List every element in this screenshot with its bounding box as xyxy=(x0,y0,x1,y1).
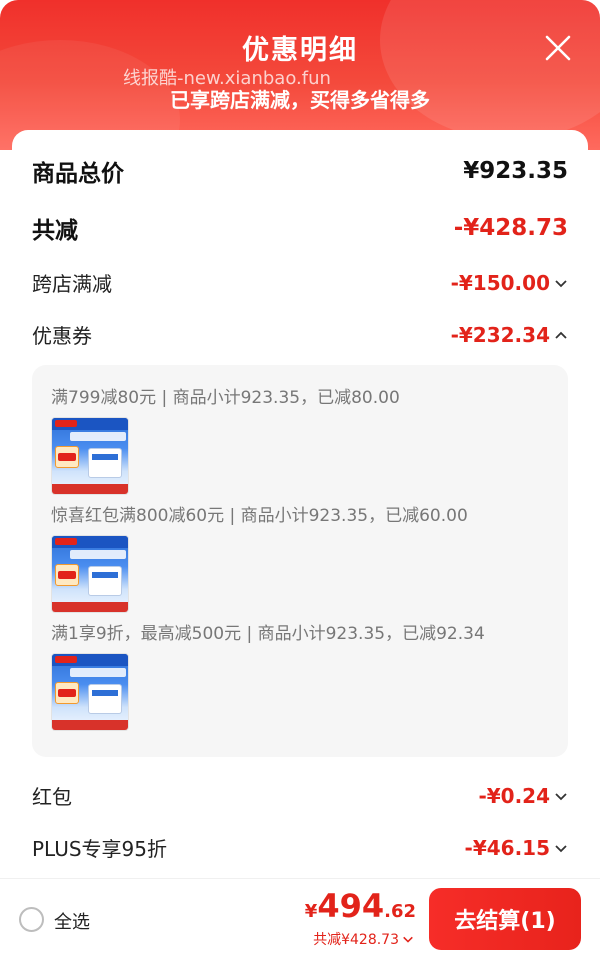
saved-amount[interactable]: 共减¥428.73 xyxy=(313,929,414,949)
cross-store-value: -¥150.00 xyxy=(450,270,550,295)
final-price: ¥ 494 .62 xyxy=(305,887,416,925)
coupon-detail-text: 惊喜红包满800减60元 | 商品小计923.35，已减60.00 xyxy=(51,506,468,526)
checkout-bar: 全选 ¥ 494 .62 共减¥428.73 去结算(1) xyxy=(0,878,600,953)
header-subtitle: 已享跨店满减，买得多省得多 xyxy=(170,88,430,112)
select-all-radio-icon[interactable] xyxy=(19,907,44,932)
goods-total-label: 商品总价 xyxy=(32,161,124,187)
price-currency: ¥ xyxy=(304,901,318,922)
plus-discount-label: PLUS专享95折 xyxy=(32,837,167,861)
cross-store-row[interactable]: 跨店满减 -¥150.00 xyxy=(32,268,568,297)
checkout-button[interactable]: 去结算(1) xyxy=(429,888,581,950)
plus-discount-value: -¥46.15 xyxy=(464,835,550,860)
plus-discount-row[interactable]: PLUS专享95折 -¥46.15 xyxy=(32,833,568,862)
header-decoration xyxy=(380,0,600,140)
coupon-value: -¥232.34 xyxy=(450,322,550,347)
red-packet-value: -¥0.24 xyxy=(478,783,550,808)
product-thumbnail xyxy=(51,417,129,495)
discount-detail-panel: 商品总价 ¥923.35 共减 -¥428.73 跨店满减 -¥150.00 优… xyxy=(12,130,588,870)
chevron-down-icon[interactable] xyxy=(554,841,568,855)
coupon-label: 优惠券 xyxy=(32,324,92,348)
chevron-down-icon[interactable] xyxy=(402,933,414,945)
red-packet-label: 红包 xyxy=(32,785,72,809)
red-packet-row[interactable]: 红包 -¥0.24 xyxy=(32,781,568,810)
goods-total-value: ¥923.35 xyxy=(463,158,568,184)
coupon-row[interactable]: 优惠券 -¥232.34 xyxy=(32,320,568,349)
select-all-label[interactable]: 全选 xyxy=(54,908,90,934)
goods-total-row: 商品总价 ¥923.35 xyxy=(32,154,568,188)
total-discount-label: 共减 xyxy=(32,218,78,244)
coupon-detail-box: 满799减80元 | 商品小计923.35，已减80.00 惊喜红包满800减6… xyxy=(32,365,568,757)
coupon-detail-text: 满799减80元 | 商品小计923.35，已减80.00 xyxy=(51,388,400,408)
chevron-down-icon[interactable] xyxy=(554,789,568,803)
chevron-up-icon[interactable] xyxy=(554,328,568,342)
product-thumbnail xyxy=(51,653,129,731)
price-decimal: .62 xyxy=(384,901,416,922)
coupon-detail-text: 满1享9折，最高减500元 | 商品小计923.35，已减92.34 xyxy=(51,624,485,644)
saved-amount-text: 共减¥428.73 xyxy=(313,932,399,948)
header: 优惠明细 线报酷-new.xianbao.fun 已享跨店满减，买得多省得多 xyxy=(0,0,600,150)
product-thumbnail xyxy=(51,535,129,613)
total-discount-row: 共减 -¥428.73 xyxy=(32,211,568,245)
page-title: 优惠明细 xyxy=(242,35,358,66)
total-discount-value: -¥428.73 xyxy=(453,215,568,241)
close-icon[interactable] xyxy=(544,34,572,62)
price-integer: 494 xyxy=(317,887,385,925)
cross-store-label: 跨店满减 xyxy=(32,272,112,296)
chevron-down-icon[interactable] xyxy=(554,276,568,290)
